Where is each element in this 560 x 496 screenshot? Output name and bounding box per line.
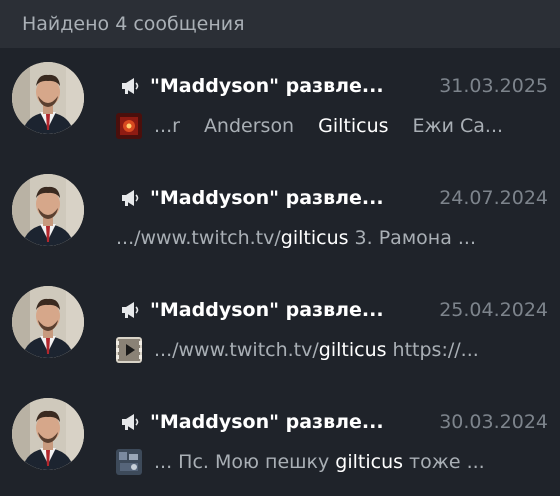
avatar: [12, 62, 84, 134]
search-result-item[interactable]: "Maddyson" развле... 25.04.2024 .../www.…: [0, 272, 560, 384]
snippet-prefix: ... Пс. Мою пешку: [154, 451, 336, 473]
snippet-part: Ежи Са...: [412, 115, 504, 137]
channel-name: "Maddyson" развле...: [150, 299, 384, 321]
message-date: 31.03.2025: [439, 75, 548, 97]
channel-name: "Maddyson" развле...: [150, 187, 384, 209]
video-play-icon: [116, 337, 142, 363]
channel-name: "Maddyson" развле...: [150, 411, 384, 433]
results-count-label: Найдено 4 сообщения: [22, 13, 245, 35]
megaphone-icon: [122, 302, 139, 318]
avatar: [12, 174, 84, 246]
snippet-suffix: тоже ...: [403, 451, 485, 473]
search-result-item[interactable]: "Maddyson" развле... 24.07.2024 .../www.…: [0, 160, 560, 272]
search-result-item[interactable]: "Maddyson" развле... 30.03.2024 ... Пс. …: [0, 384, 560, 496]
photo-thumbnail: [116, 449, 142, 475]
search-results-list: "Maddyson" развле... 31.03.2025 ...r And…: [0, 48, 560, 496]
album-cover-thumbnail: [116, 113, 142, 139]
message-date: 24.07.2024: [439, 187, 548, 209]
channel-name: "Maddyson" развле...: [150, 75, 384, 97]
snippet-match: gilticus: [280, 227, 349, 249]
megaphone-icon: [122, 190, 139, 206]
search-results-header: Найдено 4 сообщения: [0, 0, 560, 48]
message-date: 30.03.2024: [439, 411, 548, 433]
snippet-match: gilticus: [318, 339, 387, 361]
snippet-suffix: https://...: [386, 339, 479, 361]
megaphone-icon: [122, 414, 139, 430]
snippet-match: gilticus: [335, 451, 404, 473]
snippet-prefix: .../www.twitch.tv/: [154, 339, 319, 361]
snippet-part: ...r: [154, 115, 180, 137]
avatar: [12, 398, 84, 470]
snippet-part: Anderson: [203, 115, 295, 137]
search-result-item[interactable]: "Maddyson" развле... 31.03.2025 ...r And…: [0, 48, 560, 160]
snippet-prefix: .../www.twitch.tv/: [116, 227, 281, 249]
snippet-suffix: 3. Рамона ...: [348, 227, 477, 249]
megaphone-icon: [122, 78, 139, 94]
snippet-match: Gilticus: [318, 115, 389, 137]
avatar: [12, 286, 84, 358]
message-date: 25.04.2024: [439, 299, 548, 321]
